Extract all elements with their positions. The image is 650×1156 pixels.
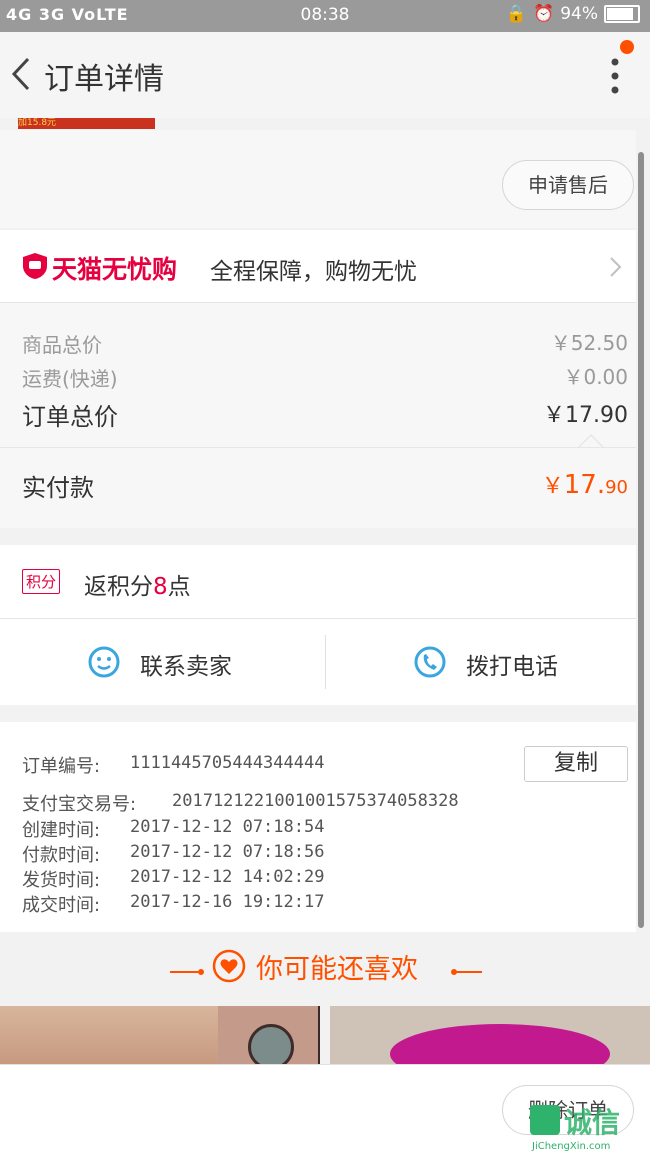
contact-seller-label: 联系卖家: [140, 654, 232, 680]
points-badge: 积分: [22, 569, 61, 594]
created-label: 创建时间:: [22, 820, 101, 841]
chat-smile-icon: [88, 646, 120, 678]
shipping-value: ￥0.00: [563, 365, 628, 389]
recommended-product-image[interactable]: [0, 1006, 320, 1064]
caret-up-icon: [578, 434, 604, 448]
status-right: 🔒 ⏰ 94%: [506, 4, 640, 24]
guarantee-brand: 天猫无忧购: [52, 255, 178, 284]
paid-integer: 17.: [563, 470, 606, 500]
paid-row: 实付款 ￥17.90: [0, 448, 636, 528]
goods-total-label: 商品总价: [22, 333, 102, 357]
recommend-header: 你可能还喜欢: [0, 933, 650, 1003]
points-text: 返积分8点: [84, 567, 191, 601]
recommend-title: 你可能还喜欢: [256, 954, 418, 985]
created-time: 2017-12-12 07:18:54: [130, 817, 325, 837]
points-prefix: 返积分: [84, 574, 153, 600]
after-sale-button[interactable]: 申请售后: [502, 160, 634, 210]
deal-label: 成交时间:: [22, 895, 101, 916]
alipay-label: 支付宝交易号:: [22, 794, 137, 815]
goods-total-value: ￥52.50: [550, 331, 628, 355]
phone-icon: [414, 646, 446, 678]
price-summary: 商品总价 ￥52.50 运费(快递) ￥0.00 订单总价 ￥17.90: [0, 303, 636, 447]
status-bar: 4G 3G VoLTE 08:38 🔒 ⏰ 94%: [0, 0, 650, 32]
bottom-bar: 删除订单 诚信 JiChengXin.com: [0, 1064, 650, 1156]
eye-iris: [248, 1024, 294, 1064]
watermark-sub: JiChengXin.com: [532, 1141, 611, 1152]
points-row: 积分 返积分8点: [0, 545, 636, 618]
paid-time-label: 付款时间:: [22, 845, 101, 866]
deal-time: 2017-12-16 19:12:17: [130, 892, 325, 912]
heart-icon: [212, 949, 246, 983]
order-total-label: 订单总价: [22, 403, 118, 431]
tmall-shield-icon: [23, 253, 47, 279]
copy-button[interactable]: 复制: [524, 746, 628, 782]
product-image-banner: 加15.8元: [18, 118, 155, 129]
battery-icon: [604, 5, 640, 23]
call-phone-label: 拨打电话: [466, 654, 558, 680]
shipped-time: 2017-12-12 14:02:29: [130, 867, 325, 887]
paid-decimal: 90: [605, 477, 628, 498]
order-total-value: ￥17.90: [543, 403, 628, 428]
product-item: [390, 1024, 610, 1064]
watermark-logo: 诚信 JiChengXin.com: [530, 1101, 648, 1155]
nav-bar: 订单详情: [0, 32, 650, 118]
order-info: 订单编号: 1111445705444344444 复制 支付宝交易号: 201…: [0, 722, 636, 932]
shipping-label: 运费(快递): [22, 367, 118, 391]
back-arrow-icon[interactable]: [10, 56, 32, 92]
guarantee-row[interactable]: 天猫无忧购 全程保障，购物无忧: [0, 230, 636, 302]
watermark-mark-icon: [530, 1105, 560, 1135]
order-no: 1111445705444344444: [130, 753, 325, 773]
contact-row: 联系卖家 拨打电话: [0, 619, 636, 705]
battery-percent: 94%: [560, 4, 598, 24]
scrollbar[interactable]: [638, 152, 644, 928]
product-eye: [218, 1006, 318, 1064]
lock-rotation-icon: 🔒: [505, 4, 528, 24]
shipped-label: 发货时间:: [22, 870, 101, 891]
paid-currency: ￥: [541, 474, 564, 499]
points-suffix: 点: [167, 574, 191, 600]
alarm-icon: ⏰: [533, 4, 555, 24]
order-no-label: 订单编号:: [22, 756, 101, 777]
after-sale-section: 申请售后: [0, 130, 636, 228]
banner-text: 加15.8元: [18, 118, 57, 128]
alipay-no: 2017121221001001575374058328: [172, 791, 459, 811]
page-title: 订单详情: [44, 62, 164, 97]
call-phone-button[interactable]: 拨打电话: [326, 619, 636, 705]
recommended-product-image[interactable]: [330, 1006, 650, 1064]
points-value: 8: [153, 574, 168, 600]
product-face: [0, 1006, 220, 1064]
guarantee-text: 全程保障，购物无忧: [210, 259, 417, 285]
notification-dot: [620, 40, 634, 54]
paid-amount: ￥17.90: [542, 468, 628, 500]
paid-label: 实付款: [22, 474, 94, 502]
contact-seller-button[interactable]: 联系卖家: [0, 619, 325, 705]
watermark-main: 诚信: [564, 1106, 621, 1139]
chevron-right-icon: [610, 257, 622, 277]
more-menu-icon[interactable]: [610, 56, 620, 96]
paid-time: 2017-12-12 07:18:56: [130, 842, 325, 862]
